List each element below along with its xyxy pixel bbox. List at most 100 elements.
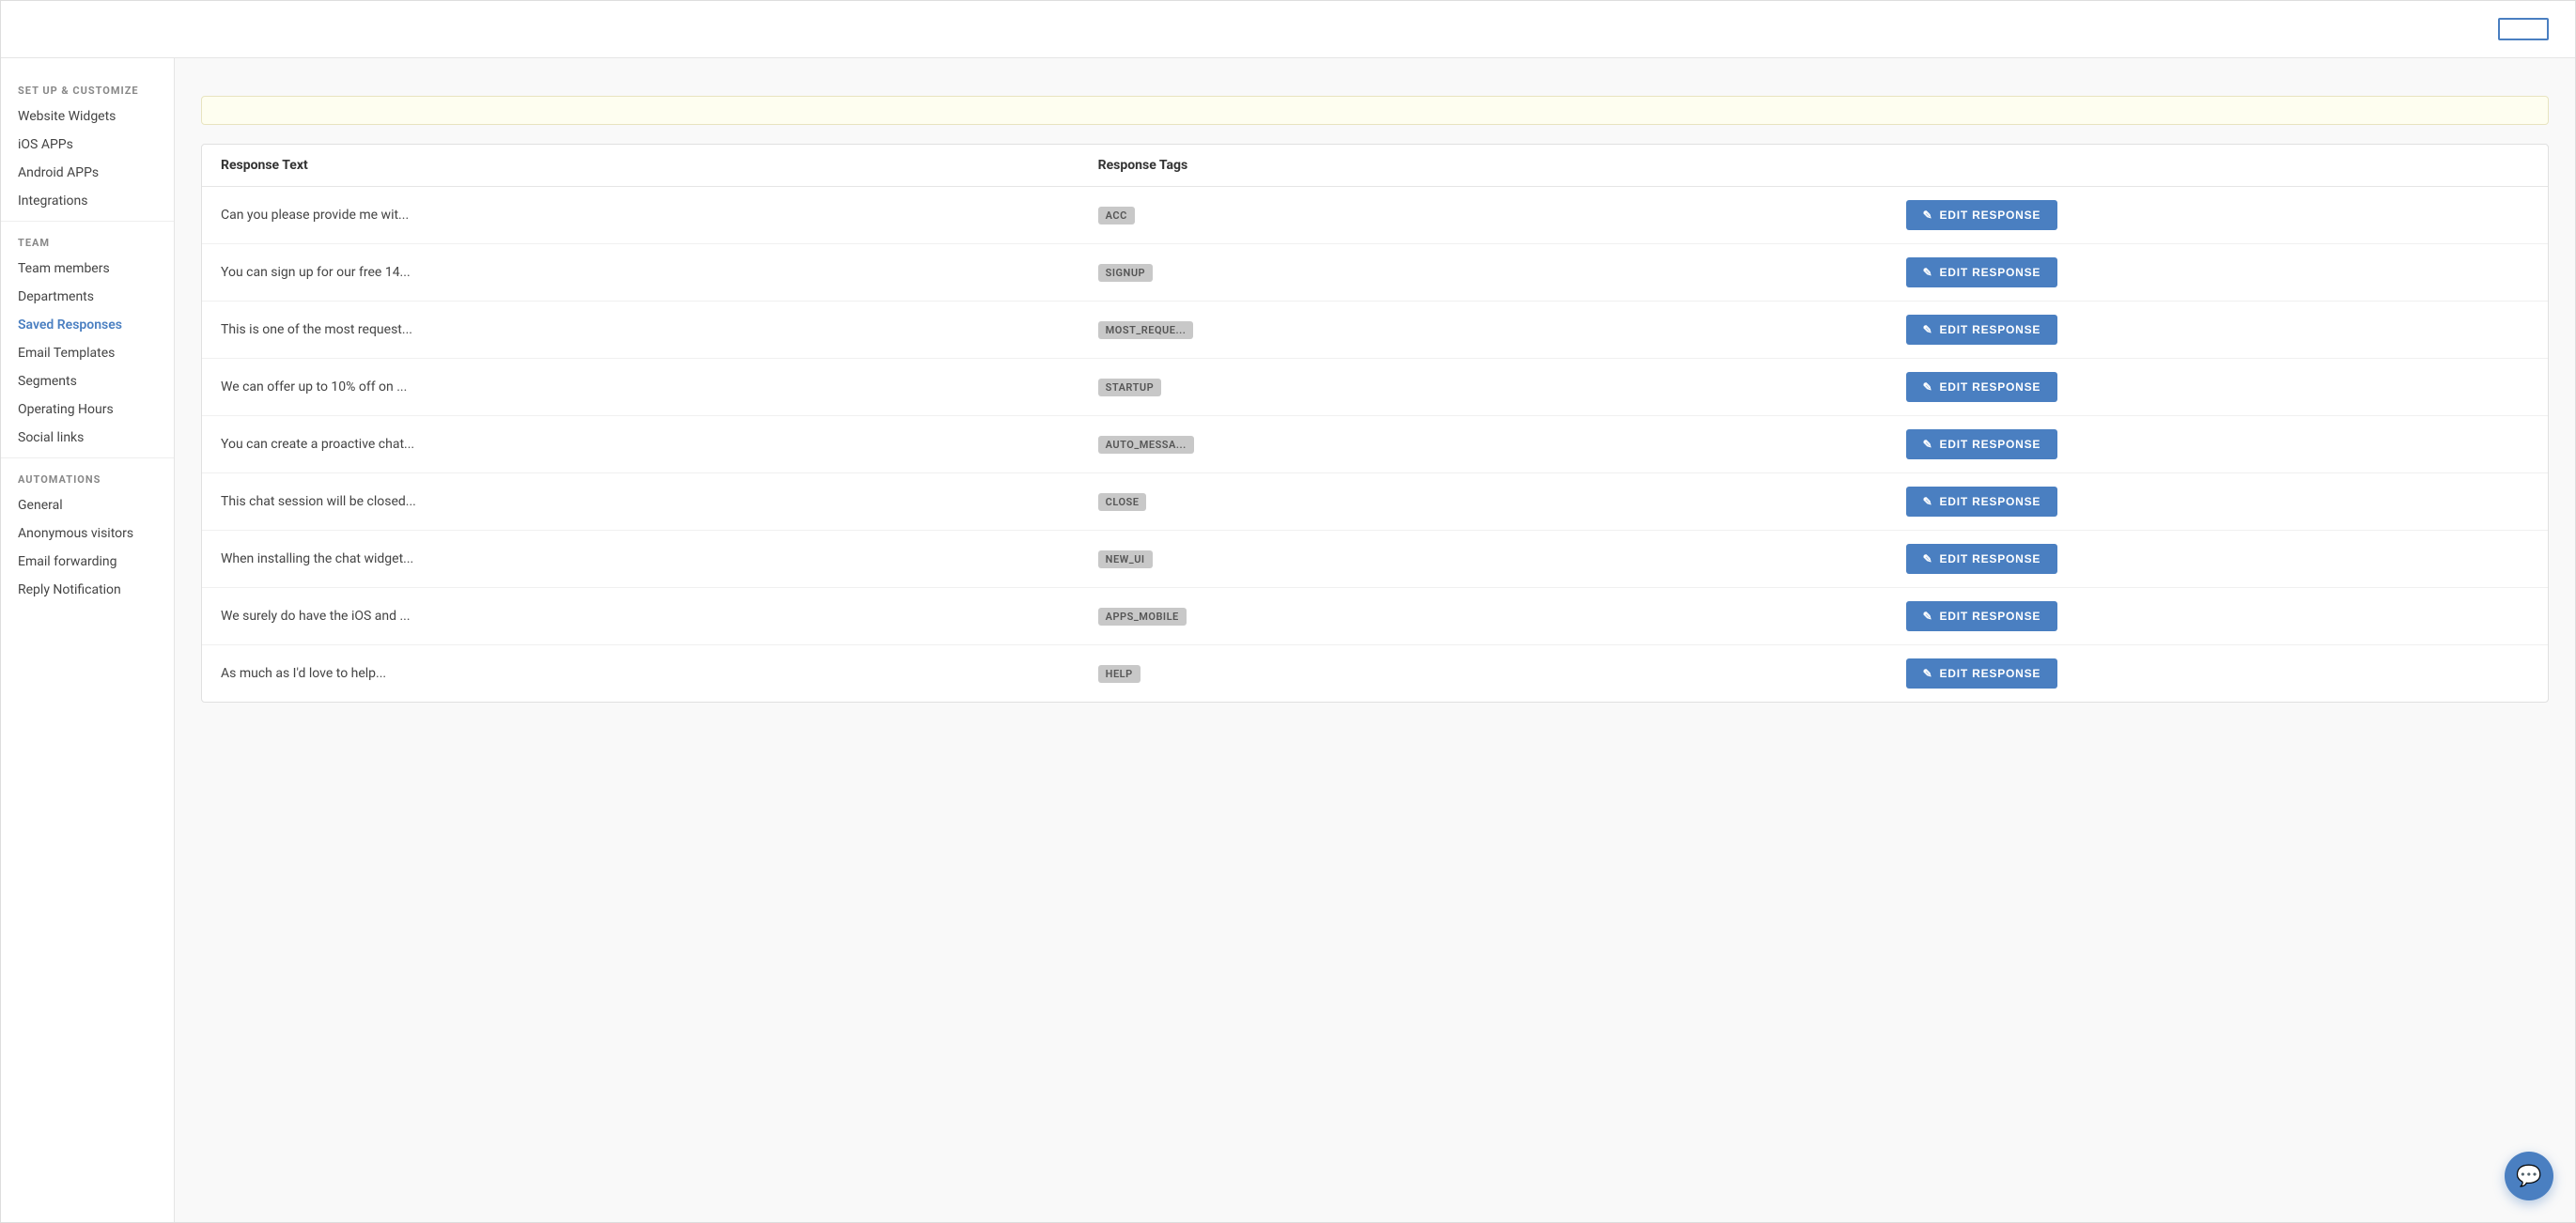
header — [1, 1, 2575, 58]
edit-response-button-4[interactable]: ✎ EDIT RESPONSE — [1906, 429, 2058, 459]
tag-badge-2: MOST_REQUE... — [1098, 321, 1194, 339]
cell-response-text-1: You can sign up for our free 14... — [221, 265, 1098, 280]
cell-response-tags-4: AUTO_MESSA... — [1098, 436, 1906, 454]
col-header-response-text: Response Text — [221, 158, 1098, 173]
cell-response-text-4: You can create a proactive chat... — [221, 437, 1098, 452]
edit-response-label-4: EDIT RESPONSE — [1939, 438, 2041, 451]
tag-badge-7: APPS_MOBILE — [1098, 608, 1187, 626]
body-layout: SET UP & CUSTOMIZEWebsite WidgetsiOS APP… — [1, 58, 2575, 1222]
table-body: Can you please provide me wit... ACC ✎ E… — [202, 187, 2548, 702]
edit-pencil-icon-2: ✎ — [1923, 323, 1933, 336]
cell-response-tags-3: STARTUP — [1098, 379, 1906, 396]
edit-response-label-5: EDIT RESPONSE — [1939, 495, 2041, 508]
edit-pencil-icon-8: ✎ — [1923, 667, 1933, 680]
table-row: As much as I'd love to help... HELP ✎ ED… — [202, 645, 2548, 702]
sidebar-item-operating-hours[interactable]: Operating Hours — [1, 395, 174, 424]
cell-response-text-0: Can you please provide me wit... — [221, 208, 1098, 223]
cell-response-tags-8: HELP — [1098, 665, 1906, 683]
edit-pencil-icon-7: ✎ — [1923, 610, 1933, 623]
table-row: We can offer up to 10% off on ... STARTU… — [202, 359, 2548, 416]
edit-response-button-3[interactable]: ✎ EDIT RESPONSE — [1906, 372, 2058, 402]
cell-response-tags-0: ACC — [1098, 207, 1906, 224]
sidebar-section-label-2: AUTOMATIONS — [1, 464, 174, 491]
sidebar: SET UP & CUSTOMIZEWebsite WidgetsiOS APP… — [1, 58, 175, 1222]
cell-response-text-3: We can offer up to 10% off on ... — [221, 379, 1098, 395]
sidebar-item-website-widgets[interactable]: Website Widgets — [1, 102, 174, 131]
sidebar-item-saved-responses[interactable]: Saved Responses — [1, 311, 174, 339]
sidebar-section-label-0: SET UP & CUSTOMIZE — [1, 75, 174, 102]
table-row: This chat session will be closed... CLOS… — [202, 473, 2548, 531]
sidebar-item-anonymous-visitors[interactable]: Anonymous visitors — [1, 519, 174, 548]
edit-response-button-2[interactable]: ✎ EDIT RESPONSE — [1906, 315, 2058, 345]
edit-response-button-6[interactable]: ✎ EDIT RESPONSE — [1906, 544, 2058, 574]
sidebar-divider-0 — [1, 221, 174, 222]
tag-badge-5: CLOSE — [1098, 493, 1147, 511]
cell-actions-0: ✎ EDIT RESPONSE — [1906, 200, 2529, 230]
table-row: Can you please provide me wit... ACC ✎ E… — [202, 187, 2548, 244]
edit-response-button-1[interactable]: ✎ EDIT RESPONSE — [1906, 257, 2058, 287]
cell-response-text-8: As much as I'd love to help... — [221, 666, 1098, 681]
tag-badge-3: STARTUP — [1098, 379, 1161, 396]
sidebar-item-email-forwarding[interactable]: Email forwarding — [1, 548, 174, 576]
tag-badge-8: HELP — [1098, 665, 1141, 683]
cell-actions-4: ✎ EDIT RESPONSE — [1906, 429, 2529, 459]
edit-pencil-icon-1: ✎ — [1923, 266, 1933, 279]
edit-pencil-icon-5: ✎ — [1923, 495, 1933, 508]
edit-pencil-icon-0: ✎ — [1923, 209, 1933, 222]
sidebar-item-integrations[interactable]: Integrations — [1, 187, 174, 215]
tag-badge-1: SIGNUP — [1098, 264, 1153, 282]
edit-response-label-1: EDIT RESPONSE — [1939, 266, 2041, 279]
cell-response-tags-5: CLOSE — [1098, 493, 1906, 511]
edit-response-label-7: EDIT RESPONSE — [1939, 610, 2041, 623]
cell-response-tags-1: SIGNUP — [1098, 264, 1906, 282]
edit-response-label-6: EDIT RESPONSE — [1939, 552, 2041, 565]
edit-response-button-5[interactable]: ✎ EDIT RESPONSE — [1906, 487, 2058, 517]
cell-actions-8: ✎ EDIT RESPONSE — [1906, 658, 2529, 689]
sidebar-item-reply-notification[interactable]: Reply Notification — [1, 576, 174, 604]
cell-actions-1: ✎ EDIT RESPONSE — [1906, 257, 2529, 287]
tag-badge-0: ACC — [1098, 207, 1135, 224]
cell-response-text-5: This chat session will be closed... — [221, 494, 1098, 509]
sidebar-item-team-members[interactable]: Team members — [1, 255, 174, 283]
edit-response-label-2: EDIT RESPONSE — [1939, 323, 2041, 336]
edit-response-label-8: EDIT RESPONSE — [1939, 667, 2041, 680]
edit-response-label-0: EDIT RESPONSE — [1939, 209, 2041, 222]
sidebar-item-segments[interactable]: Segments — [1, 367, 174, 395]
table-header-row: Response Text Response Tags — [202, 145, 2548, 187]
responses-table: Response Text Response Tags Can you plea… — [201, 144, 2549, 703]
tag-badge-4: AUTO_MESSA... — [1098, 436, 1194, 454]
cell-response-text-7: We surely do have the iOS and ... — [221, 609, 1098, 624]
cell-actions-5: ✎ EDIT RESPONSE — [1906, 487, 2529, 517]
table-row: When installing the chat widget... NEW_U… — [202, 531, 2548, 588]
cell-actions-2: ✎ EDIT RESPONSE — [1906, 315, 2529, 345]
chat-widget-button[interactable]: 💬 — [2505, 1152, 2553, 1200]
cell-actions-6: ✎ EDIT RESPONSE — [1906, 544, 2529, 574]
table-row: You can sign up for our free 14... SIGNU… — [202, 244, 2548, 302]
edit-response-button-7[interactable]: ✎ EDIT RESPONSE — [1906, 601, 2058, 631]
tag-badge-6: NEW_UI — [1098, 550, 1153, 568]
sidebar-divider-1 — [1, 457, 174, 458]
sidebar-section-label-1: TEAM — [1, 227, 174, 255]
table-row: This is one of the most request... MOST_… — [202, 302, 2548, 359]
col-header-response-tags: Response Tags — [1098, 158, 1906, 173]
edit-response-button-0[interactable]: ✎ EDIT RESPONSE — [1906, 200, 2058, 230]
edit-response-button-8[interactable]: ✎ EDIT RESPONSE — [1906, 658, 2058, 689]
edit-pencil-icon-6: ✎ — [1923, 552, 1933, 565]
cell-actions-7: ✎ EDIT RESPONSE — [1906, 601, 2529, 631]
chat-widget-icon: 💬 — [2516, 1165, 2541, 1188]
sidebar-item-android-apps[interactable]: Android APPs — [1, 159, 174, 187]
cell-response-tags-7: APPS_MOBILE — [1098, 608, 1906, 626]
cell-response-text-2: This is one of the most request... — [221, 322, 1098, 337]
table-row: You can create a proactive chat... AUTO_… — [202, 416, 2548, 473]
app-container: SET UP & CUSTOMIZEWebsite WidgetsiOS APP… — [0, 0, 2576, 1223]
sidebar-item-general[interactable]: General — [1, 491, 174, 519]
info-banner — [201, 96, 2549, 125]
sidebar-item-email-templates[interactable]: Email Templates — [1, 339, 174, 367]
cell-response-text-6: When installing the chat widget... — [221, 551, 1098, 566]
table-row: We surely do have the iOS and ... APPS_M… — [202, 588, 2548, 645]
sidebar-item-ios-apps[interactable]: iOS APPs — [1, 131, 174, 159]
sidebar-item-social-links[interactable]: Social links — [1, 424, 174, 452]
cell-actions-3: ✎ EDIT RESPONSE — [1906, 372, 2529, 402]
add-new-button[interactable] — [2498, 18, 2549, 40]
sidebar-item-departments[interactable]: Departments — [1, 283, 174, 311]
